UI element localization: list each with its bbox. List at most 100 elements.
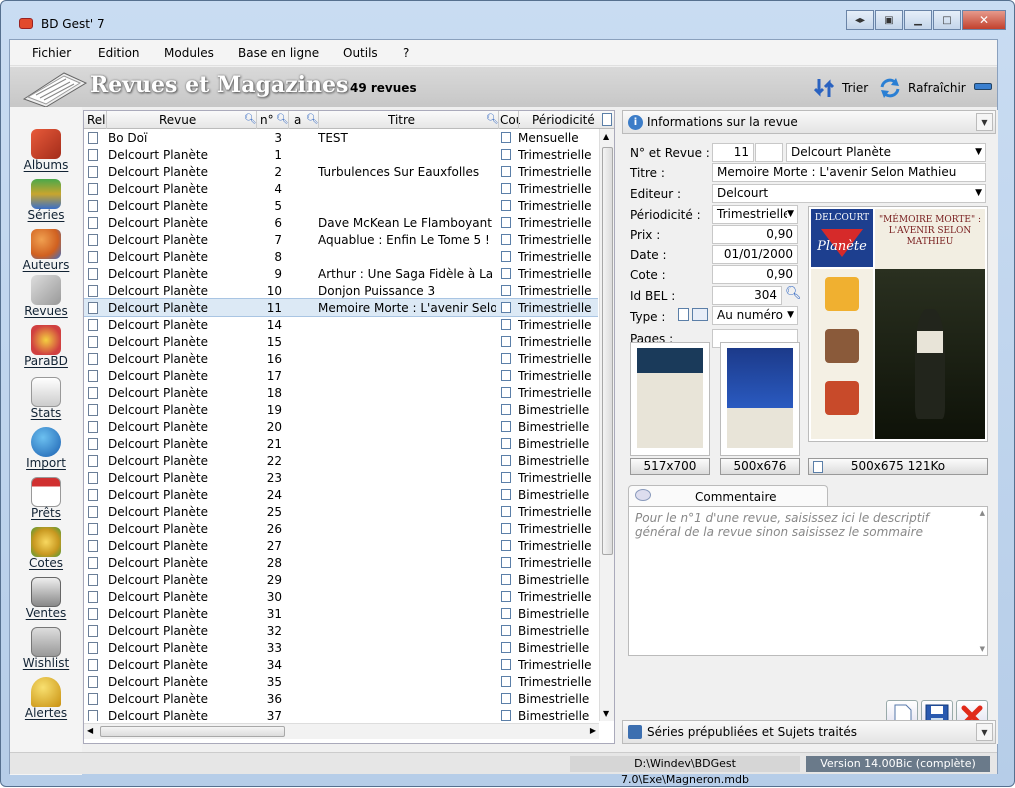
table-row[interactable]: Delcourt Planète 32 Bimestrielle	[84, 622, 598, 639]
date-field[interactable]: 01/01/2000	[712, 245, 798, 264]
cover-icon[interactable]	[501, 200, 511, 211]
cover-icon[interactable]	[501, 540, 511, 551]
sidebar-item-parabd[interactable]: ParaBD	[10, 325, 82, 368]
table-row[interactable]: Delcourt Planète 26 Trimestrielle	[84, 520, 598, 537]
relie-icon[interactable]	[88, 336, 98, 348]
table-row[interactable]: Delcourt Planète 30 Trimestrielle	[84, 588, 598, 605]
table-row[interactable]: Delcourt Planète 31 Bimestrielle	[84, 605, 598, 622]
search-num-icon[interactable]: 🔍︎	[276, 114, 289, 125]
column-chooser-icon[interactable]	[602, 113, 612, 126]
relie-icon[interactable]	[88, 370, 98, 382]
cover-icon[interactable]	[501, 489, 511, 500]
relie-icon[interactable]	[88, 506, 98, 518]
num-field[interactable]: 11	[712, 143, 754, 162]
main-cover-image[interactable]: DELCOURT Planète "MÉMOIRE MORTE" : L'AVE…	[808, 206, 988, 442]
table-row[interactable]: Delcourt Planète 15 Trimestrielle	[84, 333, 598, 350]
relie-icon[interactable]	[88, 285, 98, 297]
sidebar-item-wishlist[interactable]: Wishlist	[10, 627, 82, 670]
cover-icon[interactable]	[501, 438, 511, 449]
relie-icon[interactable]	[88, 710, 98, 721]
table-row[interactable]: Delcourt Planète 1 Trimestrielle	[84, 146, 598, 163]
img-size-3[interactable]: 500x675 121Ko	[808, 458, 988, 475]
sidebar-item-import[interactable]: Import	[10, 427, 82, 470]
menu-base-en-ligne[interactable]: Base en ligne	[238, 46, 319, 60]
relie-icon[interactable]	[88, 676, 98, 688]
sidebar-item-prets[interactable]: Prêts	[10, 477, 82, 520]
table-row[interactable]: Delcourt Planète 35 Trimestrielle	[84, 673, 598, 690]
sidebar-item-ventes[interactable]: Ventes	[10, 577, 82, 620]
cover-icon[interactable]	[501, 149, 511, 160]
relie-icon[interactable]	[88, 438, 98, 450]
relie-icon[interactable]	[88, 353, 98, 365]
img-size-2[interactable]: 500x676	[720, 458, 800, 475]
collapse-header-icon[interactable]	[974, 83, 992, 90]
relie-icon[interactable]	[88, 302, 98, 314]
table-row[interactable]: Delcourt Planète 36 Bimestrielle	[84, 690, 598, 707]
sidebar-item-series[interactable]: Séries	[10, 179, 82, 222]
relie-icon[interactable]	[88, 642, 98, 654]
cover-icon[interactable]	[501, 472, 511, 483]
img-size-1[interactable]: 517x700	[630, 458, 710, 475]
relie-icon[interactable]	[88, 149, 98, 161]
relie-icon[interactable]	[88, 574, 98, 586]
relie-icon[interactable]	[88, 540, 98, 552]
type-combo[interactable]: Au numéro ▼	[712, 306, 798, 325]
table-row[interactable]: Delcourt Planète 20 Bimestrielle	[84, 418, 598, 435]
cover-icon[interactable]	[501, 353, 511, 364]
table-row[interactable]: Delcourt Planète 24 Bimestrielle	[84, 486, 598, 503]
table-row[interactable]: Delcourt Planète 29 Bimestrielle	[84, 571, 598, 588]
menu-fichier[interactable]: Fichier	[32, 46, 71, 60]
table-row[interactable]: Delcourt Planète 21 Bimestrielle	[84, 435, 598, 452]
sidebar-item-cotes[interactable]: Cotes	[10, 527, 82, 570]
cover-icon[interactable]	[501, 659, 511, 670]
table-row[interactable]: Delcourt Planète 2 Turbulences Sur Eauxfol…	[84, 163, 598, 180]
relie-icon[interactable]	[88, 251, 98, 263]
cover-icon[interactable]	[501, 302, 511, 313]
horizontal-scrollbar[interactable]: ◀ ▶	[84, 723, 599, 739]
table-row[interactable]: Delcourt Planète 25 Trimestrielle	[84, 503, 598, 520]
relie-icon[interactable]	[88, 523, 98, 535]
menu-edition[interactable]: Edition	[98, 46, 140, 60]
relie-icon[interactable]	[88, 217, 98, 229]
table-row[interactable]: Delcourt Planète 27 Trimestrielle	[84, 537, 598, 554]
cover-icon[interactable]	[501, 455, 511, 466]
sidebar-item-revues[interactable]: Revues	[10, 275, 82, 318]
cover-thumb-2[interactable]	[720, 342, 800, 456]
cover-icon[interactable]	[501, 319, 511, 330]
table-row[interactable]: Bo Doï 3 TEST Mensuelle	[84, 129, 598, 146]
relie-icon[interactable]	[88, 387, 98, 399]
comment-tab[interactable]: Commentaire	[628, 485, 828, 507]
relie-icon[interactable]	[88, 489, 98, 501]
prix-field[interactable]: 0,90	[712, 225, 798, 244]
cover-icon[interactable]	[501, 693, 511, 704]
relie-icon[interactable]	[88, 166, 98, 178]
search-a-icon[interactable]: 🔍︎	[306, 114, 319, 125]
titre-field[interactable]: Memoire Morte : L'avenir Selon Mathieu	[712, 163, 986, 182]
search-revue-icon[interactable]: 🔍︎	[244, 114, 257, 125]
cote-field[interactable]: 0,90	[712, 265, 798, 284]
collapse-info-icon[interactable]: ▼	[976, 113, 993, 131]
relie-icon[interactable]	[88, 234, 98, 246]
table-row[interactable]: Delcourt Planète 23 Trimestrielle	[84, 469, 598, 486]
type-collection-icon[interactable]	[692, 308, 708, 321]
relie-icon[interactable]	[88, 200, 98, 212]
sidebar-item-auteurs[interactable]: Auteurs	[10, 229, 82, 272]
cover-icon[interactable]	[501, 608, 511, 619]
cover-icon[interactable]	[501, 217, 511, 228]
cover-icon[interactable]	[501, 370, 511, 381]
window-mode-icon[interactable]: ▣	[875, 10, 903, 30]
relie-icon[interactable]	[88, 132, 98, 144]
info-panel-header[interactable]: i Informations sur la revue ▼	[622, 110, 996, 134]
search-idbel-icon[interactable]: 🔍︎	[785, 286, 802, 301]
cover-icon[interactable]	[501, 336, 511, 347]
sidebar-item-albums[interactable]: Albums	[10, 129, 82, 172]
relie-icon[interactable]	[88, 472, 98, 484]
relie-icon[interactable]	[88, 693, 98, 705]
relie-icon[interactable]	[88, 625, 98, 637]
scroll-down-icon[interactable]: ▼	[603, 709, 609, 718]
comment-textarea[interactable]: Pour le n°1 d'une revue, saisissez ici l…	[628, 506, 988, 656]
table-row[interactable]: Delcourt Planète 18 Trimestrielle	[84, 384, 598, 401]
col-a[interactable]: a	[294, 113, 301, 127]
col-revue[interactable]: Revue	[159, 113, 196, 127]
sort-button[interactable]: Trier	[814, 77, 868, 99]
